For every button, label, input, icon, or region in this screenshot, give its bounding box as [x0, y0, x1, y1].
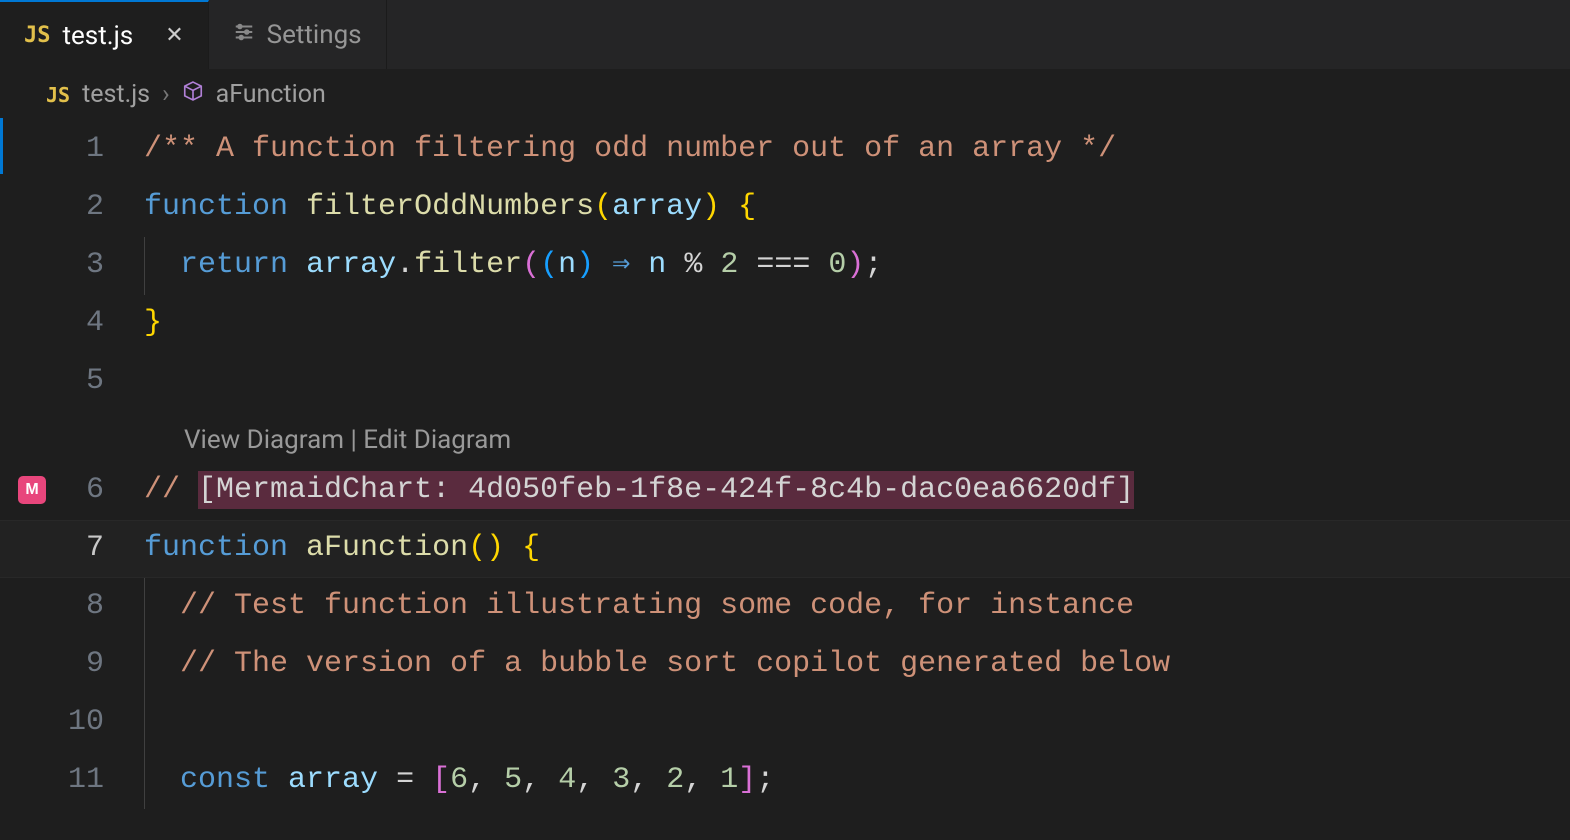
comment-slashes: // [144, 473, 180, 507]
number-literal: 2 [666, 763, 684, 797]
parameter: array [612, 190, 702, 224]
arrow: ⇒ [612, 248, 630, 282]
tab-bar: JS test.js ✕ Settings [0, 0, 1570, 70]
jsdoc-comment: /** A function filtering odd number out … [144, 132, 1116, 166]
parameter: n [558, 248, 576, 282]
code-editor[interactable]: 1 /** A function filtering odd number ou… [0, 117, 1570, 809]
mermaid-chart-id[interactable]: [MermaidChart: 4d050feb-1f8e-424f-8c4b-d… [198, 471, 1134, 509]
code-line[interactable]: 9 // The version of a bubble sort copilo… [0, 636, 1570, 694]
gutter: M [0, 462, 64, 504]
line-comment: // Test function illustrating some code,… [180, 589, 1134, 623]
code-line[interactable]: 3 return array.filter((n) ⇒ n % 2 === 0)… [0, 237, 1570, 295]
line-number: 4 [64, 295, 144, 353]
chevron-right-icon: › [162, 80, 170, 109]
codelens-view-diagram[interactable]: View Diagram [184, 425, 344, 455]
line-number: 7 [64, 520, 144, 578]
code-line[interactable]: M 6 // [MermaidChart: 4d050feb-1f8e-424f… [0, 462, 1570, 520]
function-name: filterOddNumbers [306, 190, 594, 224]
code-line[interactable]: 2 function filterOddNumbers(array) { [0, 179, 1570, 237]
codelens: View Diagram | Edit Diagram [0, 420, 1570, 462]
identifier: array [288, 763, 378, 797]
operator: === [756, 248, 810, 282]
tab-test-js[interactable]: JS test.js ✕ [0, 0, 209, 69]
breadcrumb[interactable]: JS test.js › aFunction [0, 70, 1570, 117]
identifier: array [306, 248, 396, 282]
tab-label: test.js [63, 21, 134, 51]
keyword: return [180, 248, 288, 282]
keyword: const [180, 763, 270, 797]
line-number: 8 [64, 578, 144, 636]
tab-label: Settings [267, 20, 362, 50]
number-literal: 5 [504, 763, 522, 797]
codelens-edit-diagram[interactable]: Edit Diagram [363, 425, 511, 455]
symbol-cube-icon [182, 80, 204, 109]
line-number: 10 [64, 694, 144, 752]
number-literal: 3 [612, 763, 630, 797]
code-line[interactable]: 4 } [0, 295, 1570, 353]
code-line[interactable]: 5 [0, 353, 1570, 411]
js-file-icon: JS [24, 23, 51, 48]
function-name: aFunction [306, 531, 468, 565]
line-number: 5 [64, 353, 144, 411]
code-line-current[interactable]: 7 function aFunction() { [0, 520, 1570, 578]
close-icon[interactable]: ✕ [165, 23, 183, 48]
breadcrumb-file[interactable]: test.js [82, 80, 150, 109]
method-name: filter [414, 248, 522, 282]
line-comment: // The version of a bubble sort copilot … [180, 647, 1170, 681]
line-number: 2 [64, 179, 144, 237]
mermaid-gutter-icon[interactable]: M [18, 476, 46, 504]
code-line[interactable]: 8 // Test function illustrating some cod… [0, 578, 1570, 636]
number-literal: 0 [828, 248, 846, 282]
code-line[interactable]: 10 [0, 694, 1570, 752]
codelens-separator: | [344, 425, 363, 455]
tab-settings[interactable]: Settings [209, 0, 387, 69]
number-literal: 2 [720, 248, 738, 282]
js-file-icon: JS [46, 83, 70, 107]
settings-icon [233, 21, 255, 49]
code-line[interactable]: 1 /** A function filtering odd number ou… [0, 121, 1570, 179]
keyword: function [144, 531, 288, 565]
line-number: 1 [64, 121, 144, 179]
number-literal: 4 [558, 763, 576, 797]
line-number: 11 [64, 752, 144, 810]
line-number: 3 [64, 237, 144, 295]
line-number: 6 [64, 462, 144, 520]
code-line[interactable]: 11 const array = [6, 5, 4, 3, 2, 1]; [0, 752, 1570, 810]
keyword: function [144, 190, 288, 224]
number-literal: 6 [450, 763, 468, 797]
number-literal: 1 [720, 763, 738, 797]
operator: % [684, 248, 702, 282]
breadcrumb-symbol[interactable]: aFunction [216, 80, 326, 109]
gutter [0, 121, 64, 135]
line-number: 9 [64, 636, 144, 694]
